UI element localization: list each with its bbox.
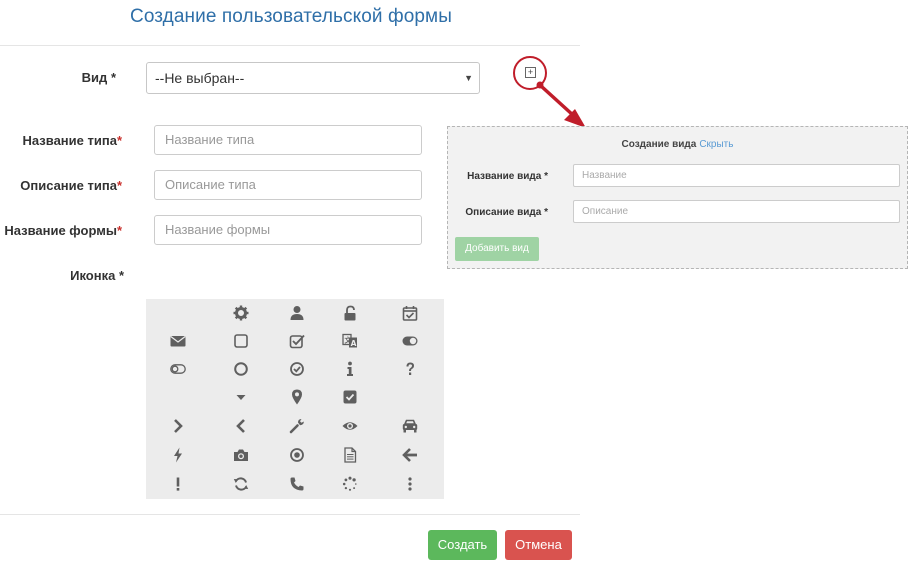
panel-title-text: Создание вида (621, 139, 697, 150)
form-name-label-text: Название формы (4, 223, 117, 238)
panel-title: Создание вида Скрыть (448, 139, 907, 150)
dot-circle-icon[interactable] (277, 444, 317, 466)
icon-label: Иконка * (40, 268, 124, 283)
footer-divider (0, 514, 580, 515)
question-icon[interactable] (390, 358, 430, 380)
toggle-off-icon[interactable] (158, 358, 198, 380)
icon-label-text: Иконка (70, 268, 116, 283)
create-button[interactable]: Создать (428, 530, 497, 560)
check-circle-icon[interactable] (277, 358, 317, 380)
bolt-icon[interactable] (158, 444, 198, 466)
chevron-down-icon: ▼ (464, 73, 473, 83)
map-marker-icon[interactable] (277, 386, 317, 408)
callout-arrow-icon (536, 81, 586, 128)
vid-label: Вид * (70, 70, 116, 85)
info-icon[interactable] (330, 358, 370, 380)
ellipsis-vertical-icon[interactable] (390, 473, 430, 495)
vid-label-text: Вид (81, 70, 108, 85)
phone-icon[interactable] (277, 473, 317, 495)
unlock-icon[interactable] (330, 302, 370, 324)
exclamation-icon[interactable] (158, 473, 198, 495)
car-icon[interactable] (390, 415, 430, 437)
create-vid-panel: Создание вида Скрыть Название вида * Назв… (447, 126, 908, 269)
spinner-icon[interactable] (330, 473, 370, 495)
caret-down-icon[interactable] (221, 386, 261, 408)
add-vid-button[interactable]: + (525, 67, 536, 78)
toggle-on-icon[interactable] (390, 330, 430, 352)
user-icon[interactable] (277, 302, 317, 324)
add-vid-submit-button[interactable]: Добавить вид (455, 237, 539, 261)
refresh-icon[interactable] (221, 473, 261, 495)
circle-empty-icon[interactable] (221, 358, 261, 380)
type-name-label-text: Название типа (22, 133, 117, 148)
file-text-icon[interactable] (330, 444, 370, 466)
chevron-right-icon[interactable] (158, 415, 198, 437)
envelope-icon[interactable] (158, 330, 198, 352)
required-mark: * (118, 268, 124, 283)
header-divider (0, 45, 580, 46)
type-desc-input[interactable]: Описание типа (154, 170, 422, 200)
required-mark: * (116, 223, 122, 238)
type-name-label: Название типа* (10, 133, 122, 148)
type-desc-label: Описание типа* (10, 178, 122, 193)
calendar-check-icon[interactable] (390, 302, 430, 324)
vid-select-value: --Не выбран-- (155, 70, 245, 86)
camera-icon[interactable] (221, 444, 261, 466)
cancel-button[interactable]: Отмена (505, 530, 572, 560)
gear-icon[interactable] (221, 302, 261, 324)
page-title: Создание пользовательской формы (130, 6, 452, 27)
vid-desc-input[interactable]: Описание (573, 200, 900, 223)
form-name-label: Название формы* (2, 223, 122, 238)
chevron-left-icon[interactable] (221, 415, 261, 437)
vid-select[interactable]: --Не выбран-- ▼ (146, 62, 480, 94)
checkbox-empty-icon[interactable] (221, 330, 261, 352)
svg-text:A: A (351, 339, 357, 348)
icon-picker-grid: 文A (146, 299, 444, 499)
hide-link[interactable]: Скрыть (699, 139, 733, 150)
translate-icon[interactable]: 文A (330, 330, 370, 352)
required-mark: * (116, 178, 122, 193)
arrow-left-icon[interactable] (390, 444, 430, 466)
type-name-input[interactable]: Название типа (154, 125, 422, 155)
eye-icon[interactable] (330, 415, 370, 437)
type-desc-label-text: Описание типа (20, 178, 117, 193)
required-mark: * (116, 133, 122, 148)
vid-desc-label: Описание вида * (465, 207, 548, 218)
wrench-icon[interactable] (277, 415, 317, 437)
vid-name-input[interactable]: Название (573, 164, 900, 187)
vid-required-mark: * (110, 70, 116, 85)
form-name-input[interactable]: Название формы (154, 215, 422, 245)
checkbox-checked-icon[interactable] (277, 330, 317, 352)
check-square-icon[interactable] (330, 386, 370, 408)
vid-name-label: Название вида * (467, 171, 548, 182)
